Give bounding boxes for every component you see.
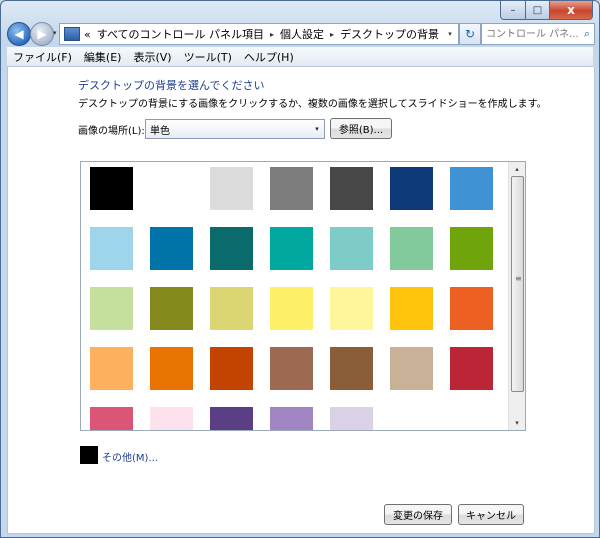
color-swatch[interactable] xyxy=(90,227,133,270)
refresh-icon: ↻ xyxy=(464,27,476,41)
color-swatch[interactable] xyxy=(330,347,373,390)
breadcrumb-desktop-background[interactable]: デスクトップの背景 xyxy=(340,26,439,42)
minimize-button[interactable]: – xyxy=(500,1,526,20)
color-swatch[interactable] xyxy=(450,347,493,390)
address-prefix[interactable]: « xyxy=(84,28,91,41)
search-icon[interactable]: ⌕ xyxy=(580,27,594,41)
other-color-swatch[interactable] xyxy=(80,446,98,464)
refresh-button[interactable]: ↻ xyxy=(459,23,481,45)
color-swatch[interactable] xyxy=(210,347,253,390)
color-swatch[interactable] xyxy=(90,407,133,430)
color-swatch[interactable] xyxy=(390,287,433,330)
picture-location-value: 単色 xyxy=(150,125,170,137)
color-swatch[interactable] xyxy=(210,407,253,430)
breadcrumb-separator-icon[interactable]: ▸ xyxy=(330,30,334,39)
scrollbar-thumb[interactable]: ≡ xyxy=(511,176,524,392)
content-pane: デスクトップの背景を選んでください デスクトップの背景にする画像をクリックするか… xyxy=(7,67,595,534)
browse-button[interactable]: 参照(B)... xyxy=(330,118,392,139)
color-swatch[interactable] xyxy=(90,167,133,210)
picture-location-select[interactable]: 単色 ▾ xyxy=(145,119,325,139)
color-swatch[interactable] xyxy=(450,227,493,270)
color-swatch[interactable] xyxy=(150,227,193,270)
grip-icon: ≡ xyxy=(515,274,522,283)
color-swatch[interactable] xyxy=(450,167,493,210)
menu-file[interactable]: ファイル(F) xyxy=(7,49,78,65)
scroll-up-icon[interactable]: ▴ xyxy=(509,162,525,176)
color-swatch[interactable] xyxy=(210,227,253,270)
color-swatch[interactable] xyxy=(390,347,433,390)
menu-edit[interactable]: 編集(E) xyxy=(78,49,128,65)
menu-bar: ファイル(F) 編集(E) 表示(V) ツール(T) ヘルプ(H) xyxy=(7,47,593,67)
page-description: デスクトップの背景にする画像をクリックするか、複数の画像を選択してスライドショー… xyxy=(78,99,547,110)
menu-tools[interactable]: ツール(T) xyxy=(178,49,238,65)
menu-view[interactable]: 表示(V) xyxy=(127,49,177,65)
color-swatch[interactable] xyxy=(270,227,313,270)
color-swatch[interactable] xyxy=(210,167,253,210)
other-colors-link[interactable]: その他(M)... xyxy=(102,449,158,464)
color-swatch[interactable] xyxy=(210,287,253,330)
vertical-scrollbar[interactable]: ▴ ≡ ▾ xyxy=(508,162,525,430)
color-swatch[interactable] xyxy=(270,347,313,390)
menu-help[interactable]: ヘルプ(H) xyxy=(238,49,300,65)
breadcrumb-all-control-panel[interactable]: すべてのコントロール パネル項目 xyxy=(97,26,264,42)
color-swatch[interactable] xyxy=(270,407,313,430)
color-swatch[interactable] xyxy=(330,167,373,210)
scroll-down-icon[interactable]: ▾ xyxy=(509,416,525,430)
color-swatch[interactable] xyxy=(270,287,313,330)
color-swatch[interactable] xyxy=(270,167,313,210)
forward-arrow-icon: ▶ xyxy=(37,27,47,41)
breadcrumb-personalization[interactable]: 個人設定 xyxy=(280,26,324,42)
picture-location-label: 画像の場所(L): xyxy=(78,126,145,137)
navigation-bar: ◀ ▶ ▾ « すべてのコントロール パネル項目 ▸ 個人設定 ▸ デスクトップ… xyxy=(1,19,599,49)
chevron-down-icon[interactable]: ▾ xyxy=(310,125,324,133)
back-arrow-icon: ◀ xyxy=(14,27,24,41)
search-input[interactable] xyxy=(482,27,580,41)
color-swatch[interactable] xyxy=(330,407,373,430)
address-bar[interactable]: « すべてのコントロール パネル項目 ▸ 個人設定 ▸ デスクトップの背景 ▾ xyxy=(59,23,459,45)
color-swatch[interactable] xyxy=(330,287,373,330)
close-button[interactable]: x xyxy=(550,1,593,20)
color-swatch[interactable] xyxy=(150,287,193,330)
search-box[interactable]: ⌕ xyxy=(481,23,595,45)
page-title: デスクトップの背景を選んでください xyxy=(78,79,265,92)
color-swatch[interactable] xyxy=(90,287,133,330)
color-swatch-list: ▴ ≡ ▾ xyxy=(80,161,526,431)
window: – □ x ◀ ▶ ▾ « すべてのコントロール パネル項目 ▸ 個人設定 ▸ … xyxy=(0,0,600,538)
save-changes-button[interactable]: 変更の保存 xyxy=(384,504,452,525)
color-swatch[interactable] xyxy=(150,347,193,390)
color-swatch[interactable] xyxy=(450,287,493,330)
color-swatch[interactable] xyxy=(150,167,193,210)
breadcrumb-separator-icon[interactable]: ▸ xyxy=(270,30,274,39)
back-button[interactable]: ◀ xyxy=(7,22,31,46)
cancel-button[interactable]: キャンセル xyxy=(458,504,524,525)
recent-pages-dropdown-icon[interactable]: ▾ xyxy=(53,29,57,37)
color-swatch[interactable] xyxy=(390,227,433,270)
color-swatch[interactable] xyxy=(90,347,133,390)
color-swatch[interactable] xyxy=(330,227,373,270)
color-swatch[interactable] xyxy=(390,167,433,210)
caption-buttons: – □ x xyxy=(500,1,593,20)
maximize-button[interactable]: □ xyxy=(526,1,550,20)
address-dropdown-icon[interactable]: ▾ xyxy=(442,24,458,44)
color-swatch[interactable] xyxy=(150,407,193,430)
forward-button[interactable]: ▶ xyxy=(30,22,54,46)
control-panel-icon xyxy=(64,27,80,41)
